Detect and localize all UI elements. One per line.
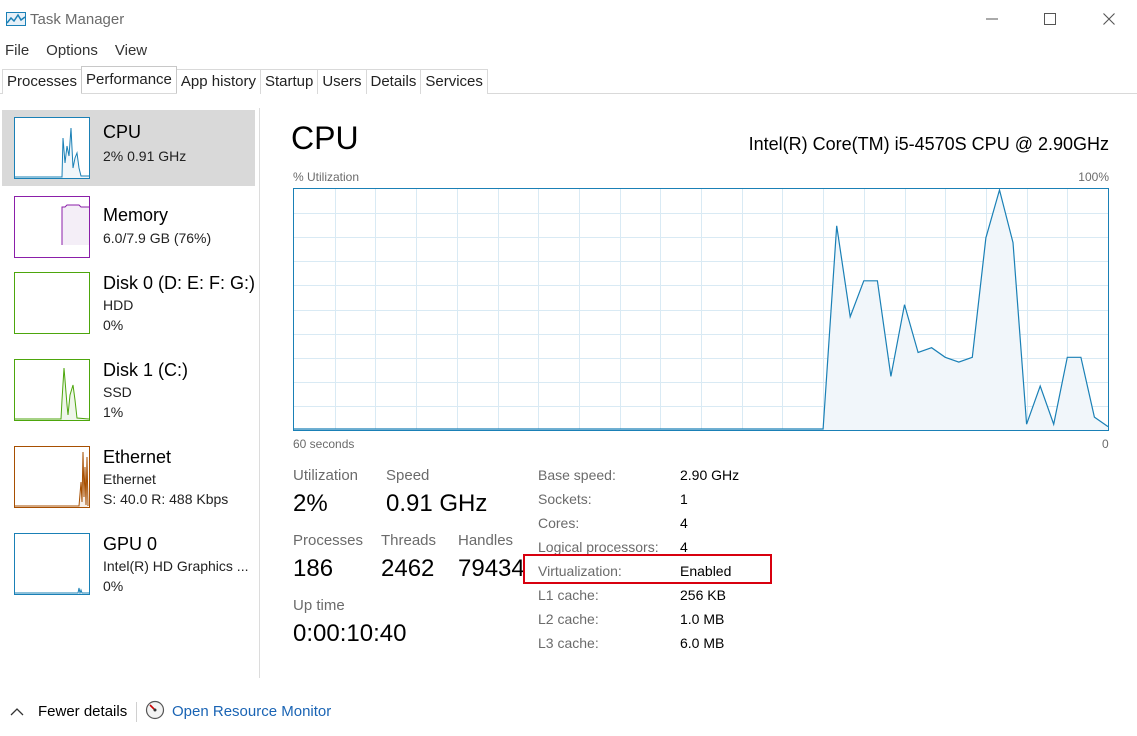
resource-detail: Ethernet bbox=[103, 471, 156, 487]
menu-file[interactable]: File bbox=[0, 40, 34, 62]
cpu-thumbnail bbox=[14, 117, 90, 179]
resource-detail: 0% bbox=[103, 317, 124, 333]
resource-name: Memory bbox=[103, 205, 169, 225]
threads-label: Threads bbox=[381, 532, 437, 549]
resource-name: CPU bbox=[103, 122, 142, 142]
resource-detail: Intel(R) HD Graphics ... bbox=[103, 558, 249, 574]
open-resource-monitor-link[interactable]: Open Resource Monitor bbox=[172, 703, 331, 720]
menu-view[interactable]: View bbox=[110, 40, 152, 62]
memory-thumbnail bbox=[14, 196, 90, 258]
tab-performance[interactable]: Performance bbox=[81, 66, 177, 93]
spec-label: L3 cache: bbox=[538, 635, 599, 651]
gpu0-thumbnail bbox=[14, 533, 90, 595]
spec-label: Sockets: bbox=[538, 491, 592, 507]
disk0-thumbnail bbox=[14, 272, 90, 334]
cpu-model-name: Intel(R) Core(TM) i5-4570S CPU @ 2.90GHz bbox=[748, 134, 1109, 154]
graph-time-label: 60 seconds bbox=[293, 437, 355, 451]
resource-name: Disk 1 (C:) bbox=[103, 360, 188, 380]
tab-bar: Processes Performance App history Startu… bbox=[0, 66, 1137, 94]
spec-label: Base speed: bbox=[538, 467, 616, 483]
resource-detail: S: 40.0 R: 488 Kbps bbox=[103, 491, 229, 507]
spec-value: 4 bbox=[680, 515, 688, 531]
tab-app-history[interactable]: App history bbox=[175, 69, 261, 94]
utilization-value: 2% bbox=[293, 490, 328, 517]
chevron-up-icon[interactable] bbox=[10, 704, 24, 722]
resource-name: Ethernet bbox=[103, 447, 172, 467]
footer bbox=[0, 690, 1137, 736]
spec-label: Cores: bbox=[538, 515, 580, 531]
resource-item-ethernet[interactable]: Ethernet Ethernet S: 40.0 R: 488 Kbps bbox=[2, 437, 255, 513]
tab-users[interactable]: Users bbox=[317, 69, 367, 94]
task-manager-icon bbox=[6, 12, 26, 26]
spec-value: 4 bbox=[680, 539, 688, 555]
resource-name: GPU 0 bbox=[103, 534, 158, 554]
utilization-label: Utilization bbox=[293, 467, 359, 484]
handles-value: 79434 bbox=[458, 555, 525, 582]
resource-detail: 0% bbox=[103, 578, 124, 594]
processes-label: Processes bbox=[293, 532, 364, 549]
spec-value: 256 KB bbox=[680, 587, 726, 603]
graph-y-min: 0 bbox=[1102, 437, 1109, 451]
tab-services[interactable]: Services bbox=[420, 69, 488, 94]
close-button[interactable] bbox=[1086, 4, 1132, 34]
resource-detail: 2% 0.91 GHz bbox=[103, 148, 187, 164]
footer-divider bbox=[136, 702, 137, 722]
resource-item-cpu[interactable]: CPU 2% 0.91 GHz bbox=[2, 110, 255, 186]
tab-startup[interactable]: Startup bbox=[259, 69, 319, 94]
title-bar: Task Manager bbox=[0, 0, 1137, 38]
graph-y-label: % Utilization bbox=[293, 170, 360, 184]
resource-detail: 1% bbox=[103, 404, 124, 420]
spec-label: L1 cache: bbox=[538, 587, 599, 603]
resource-detail: HDD bbox=[103, 297, 134, 313]
spec-label: Logical processors: bbox=[538, 539, 659, 555]
resource-list: CPU 2% 0.91 GHz Memory 6.0/7.9 GB (76%) … bbox=[0, 108, 260, 678]
resource-item-memory[interactable]: Memory 6.0/7.9 GB (76%) bbox=[2, 186, 255, 262]
processes-value: 186 bbox=[293, 555, 334, 582]
minimize-button[interactable] bbox=[969, 4, 1015, 34]
ethernet-thumbnail bbox=[14, 446, 90, 508]
resource-monitor-icon[interactable] bbox=[145, 700, 165, 720]
resource-name: Disk 0 (D: E: F: G:) bbox=[103, 273, 256, 293]
tab-processes[interactable]: Processes bbox=[2, 69, 83, 94]
cpu-utilization-graph bbox=[293, 188, 1109, 431]
spec-label: L2 cache: bbox=[538, 611, 599, 627]
spec-value: 1.0 MB bbox=[680, 611, 725, 627]
threads-value: 2462 bbox=[381, 555, 435, 582]
uptime-value: 0:00:10:40 bbox=[293, 620, 407, 647]
spec-value: 2.90 GHz bbox=[680, 467, 740, 483]
handles-label: Handles bbox=[458, 532, 514, 549]
resource-detail: SSD bbox=[103, 384, 132, 400]
window-title: Task Manager bbox=[30, 11, 125, 28]
tab-details[interactable]: Details bbox=[365, 69, 422, 94]
virtualization-highlight-box bbox=[523, 554, 772, 584]
page-title: CPU bbox=[291, 120, 359, 156]
graph-y-max: 100% bbox=[1078, 170, 1109, 184]
spec-value: 6.0 MB bbox=[680, 635, 725, 651]
speed-value: 0.91 GHz bbox=[386, 490, 488, 517]
spec-value: 1 bbox=[680, 491, 688, 507]
menu-options[interactable]: Options bbox=[41, 40, 103, 62]
resource-detail: 6.0/7.9 GB (76%) bbox=[103, 230, 212, 246]
uptime-label: Up time bbox=[293, 597, 345, 614]
resource-item-disk0[interactable]: Disk 0 (D: E: F: G:) HDD 0% bbox=[2, 263, 255, 339]
resource-item-disk1[interactable]: Disk 1 (C:) SSD 1% bbox=[2, 350, 255, 426]
speed-label: Speed bbox=[386, 467, 430, 484]
fewer-details-button[interactable]: Fewer details bbox=[38, 703, 127, 720]
disk1-thumbnail bbox=[14, 359, 90, 421]
resource-item-gpu0[interactable]: GPU 0 Intel(R) HD Graphics ... 0% bbox=[2, 524, 255, 600]
maximize-button[interactable] bbox=[1027, 4, 1073, 34]
menu-bar: File Options View bbox=[0, 40, 159, 62]
